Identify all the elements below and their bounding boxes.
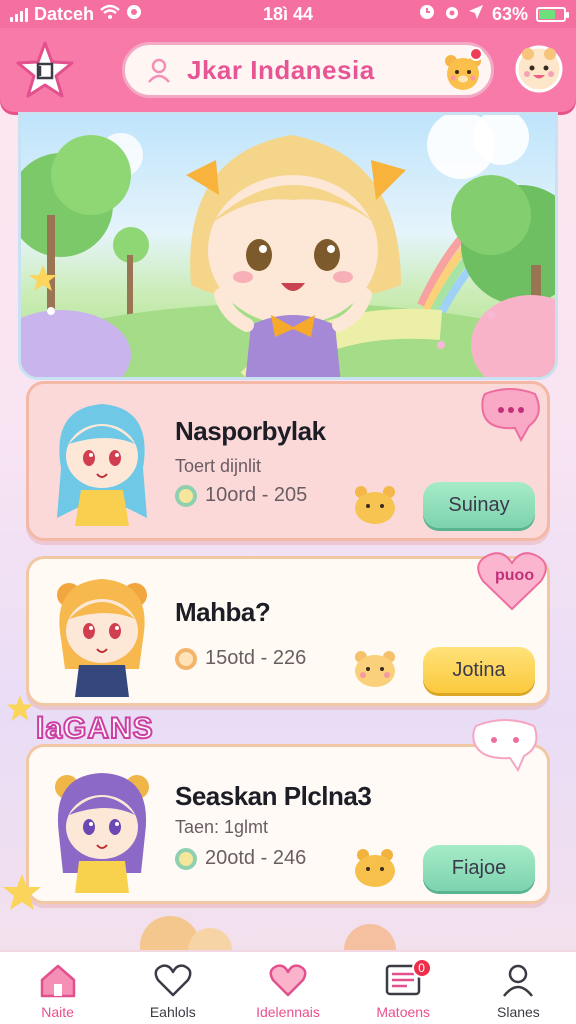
bottom-navigation: Naite Eahlols Idelennais 0 Matoens Slane… [0,950,576,1024]
nav-messages[interactable]: 0 Matoens [346,952,461,1024]
nav-badge: 0 [411,958,432,978]
pet-icon [355,849,395,887]
nav-matches[interactable]: Idelennais [230,952,345,1024]
profile-icon [503,964,534,997]
coin-icon [175,484,197,507]
nav-profile[interactable]: Slanes [461,952,576,1024]
pet-icon [355,651,395,687]
character-subtitle: Toert dijnlit [175,456,262,476]
character-meta-value: 20otd - 246 [205,847,307,869]
alarm-icon [418,3,436,26]
character-meta-value: 10ord - 205 [205,484,308,506]
nav-label: Slanes [497,1004,540,1020]
card-action-button[interactable]: Suinay [423,482,535,528]
character-meta: 15otd - 226 [175,647,306,670]
clock: 18ì 44 [262,3,314,24]
heart-bubble[interactable]: puoo [475,549,549,613]
nav-label: Matoens [376,1004,431,1020]
pet-icon [355,486,395,524]
heart-filled-icon [269,964,307,997]
section-tag: laGANS [35,711,154,746]
heart-outline-icon [154,964,192,997]
character-card[interactable]: Mahba? 15otd - 226 Jotina puoo [26,552,550,706]
character-avatar [55,773,149,893]
nav-label: Eahlols [149,1004,196,1020]
character-name: Seaskan Plclna3 [175,781,372,811]
nav-label: Naite [41,1004,74,1020]
battery-icon [536,6,569,22]
status-bar: Datceh 18ì 44 63% [0,0,576,28]
character-name: Nasporbylak [175,416,326,446]
cloud-decoration [140,916,396,952]
wifi-icon [100,4,120,25]
battery-percent: 63% [491,3,528,24]
do-not-disturb-icon [444,3,460,26]
nav-home[interactable]: Naite [0,952,115,1024]
card-action-button[interactable]: Fiajoe [423,845,535,891]
character-name: Mahba? [175,597,271,627]
profile-avatar-button[interactable] [514,44,564,94]
home-icon [40,964,75,998]
coin-icon [175,847,197,870]
location-icon [468,4,484,25]
person-icon [148,58,170,83]
star-logo-icon[interactable] [14,40,76,102]
bear-notification-icon[interactable] [441,47,485,93]
coin-icon [175,647,197,670]
heart-bubble-text: puoo [495,567,535,584]
search-title: Jkar Indanesia [187,54,375,85]
character-avatar [57,404,147,526]
character-subtitle: Taen: 1glmt [175,817,269,837]
character-meta-value: 15otd - 226 [205,647,307,669]
card-action-button[interactable]: Jotina [423,647,535,693]
chat-bubble-icon[interactable] [479,388,541,444]
signal-icon [10,6,28,22]
notification-dot [469,47,483,61]
character-card[interactable]: Nasporbylak Toert dijnlit 10ord - 205 Su… [26,381,550,541]
app-header: Jkar Indanesia [0,28,576,112]
search-bar[interactable]: Jkar Indanesia [122,42,494,98]
carrier-label: Datceh [34,3,95,24]
nav-favorites[interactable]: Eahlols [115,952,230,1024]
shield-icon [126,4,142,25]
character-meta: 20otd - 246 [175,847,306,870]
character-avatar [57,579,147,697]
hero-banner[interactable] [18,112,558,380]
character-meta: 10ord - 205 [175,484,307,507]
nav-label: Idelennais [256,1004,320,1020]
character-card[interactable]: Seaskan Plclna3 Taen: 1glmt 20otd - 246 … [26,744,550,904]
